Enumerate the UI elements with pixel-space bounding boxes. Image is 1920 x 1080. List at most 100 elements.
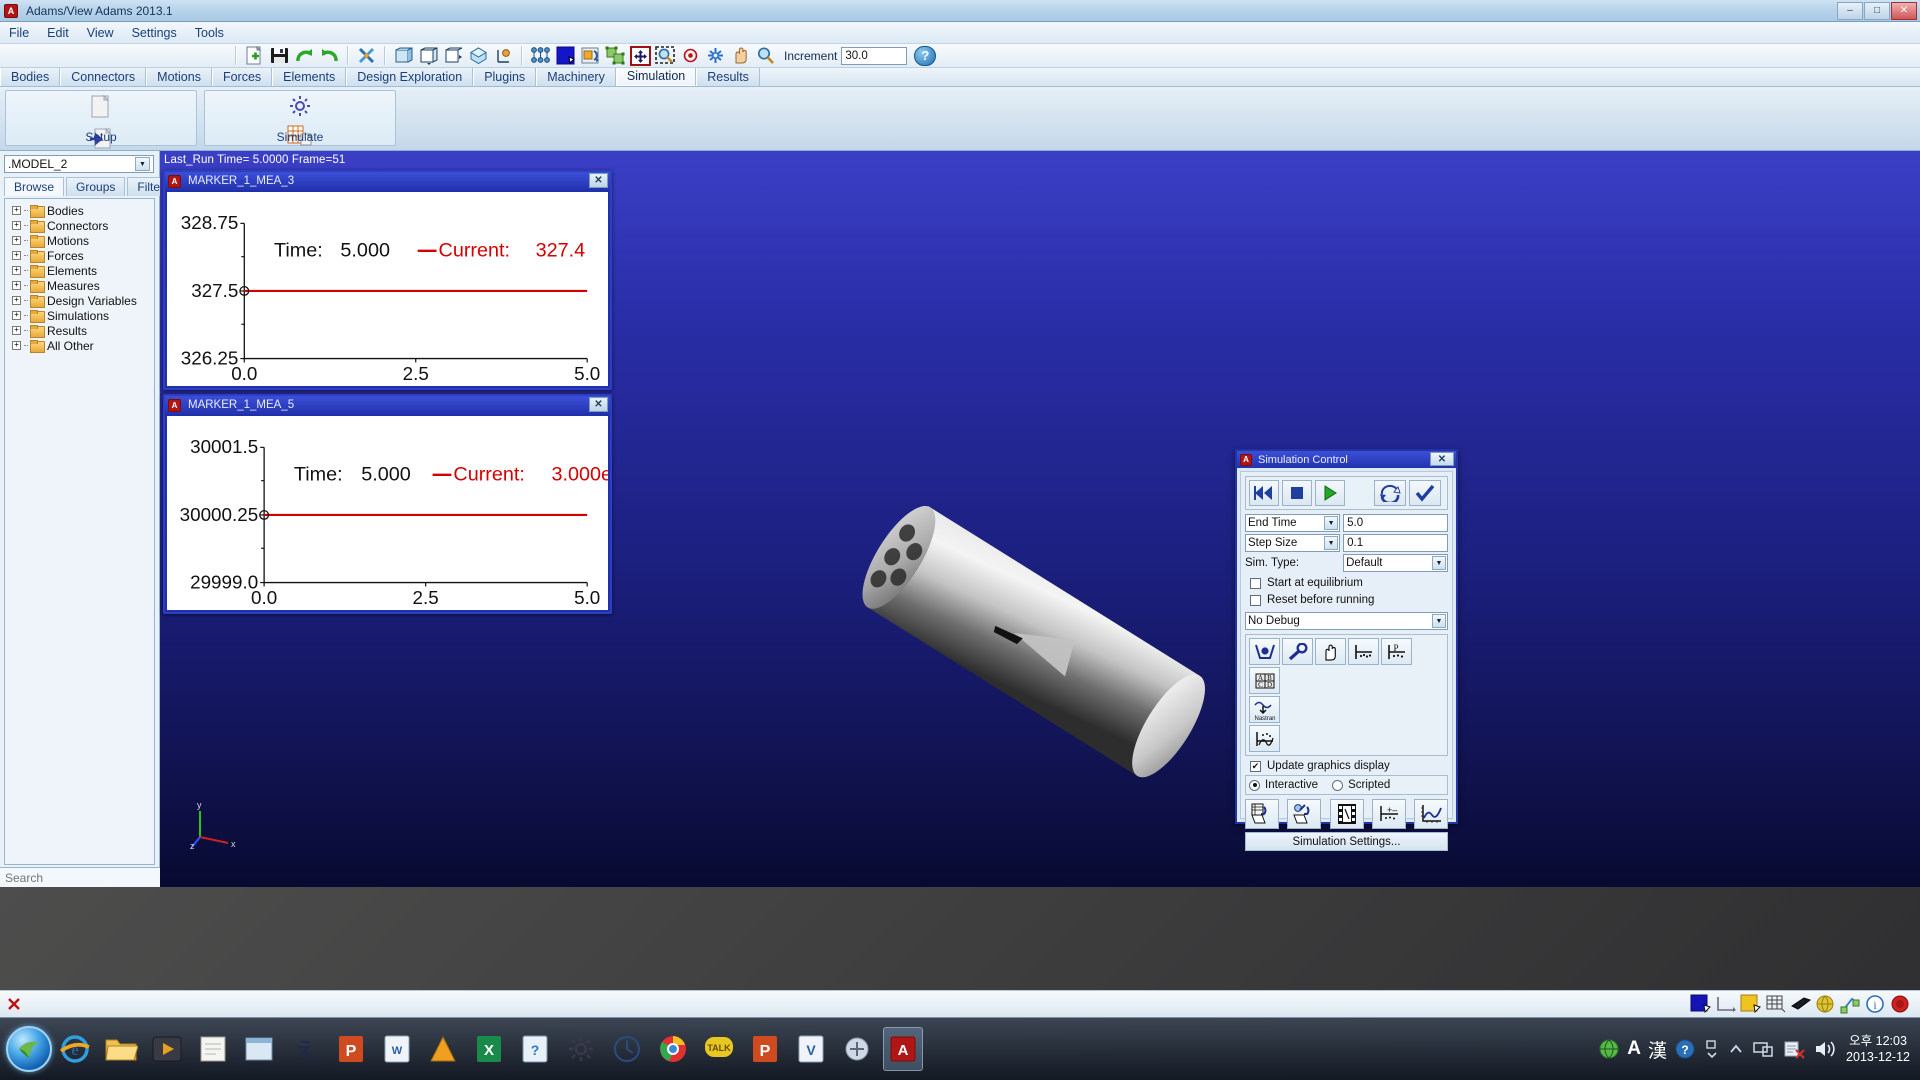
translate-icon[interactable]	[629, 45, 652, 66]
volume-icon[interactable]	[1813, 1038, 1839, 1060]
center-view-icon[interactable]	[679, 45, 702, 66]
end-time-input[interactable]: 5.0	[1343, 514, 1448, 532]
gear-icon[interactable]	[288, 94, 312, 123]
expand-icon[interactable]: +	[12, 341, 21, 350]
marker-icon[interactable]	[492, 45, 515, 66]
minimize-button[interactable]: –	[1837, 1, 1863, 20]
front-view-icon[interactable]	[392, 45, 415, 66]
search-input[interactable]	[0, 870, 160, 885]
equilibrium-icon[interactable]	[1249, 638, 1280, 665]
play-icon[interactable]	[1315, 480, 1345, 506]
zoom-box-icon[interactable]	[654, 45, 677, 66]
redo-icon[interactable]	[293, 45, 316, 66]
taskbar-clock[interactable]: 오후 12:03 2013-12-12	[1846, 1033, 1910, 1065]
tree-item-elements[interactable]: + Elements	[5, 263, 154, 278]
tree-item-all-other[interactable]: + All Other	[5, 338, 154, 353]
group-select-icon[interactable]	[604, 45, 627, 66]
eigen-plot-icon[interactable]	[1249, 725, 1280, 752]
plot-window-marker-1-mea-5[interactable]: A MARKER_1_MEA_5 ✕ 30001.5 30000.25 2999…	[163, 394, 612, 614]
right-view-icon[interactable]	[442, 45, 465, 66]
chevron-down-icon[interactable]: ▼	[1432, 556, 1446, 570]
info-icon[interactable]: i	[1865, 994, 1887, 1014]
apply-check-icon[interactable]	[1409, 480, 1441, 506]
expand-icon[interactable]: +	[12, 206, 21, 215]
iso-view-icon[interactable]	[417, 45, 440, 66]
chevron-down-icon[interactable]: ▼	[135, 157, 150, 171]
expand-icon[interactable]: +	[12, 281, 21, 290]
tree-item-bodies[interactable]: + Bodies	[5, 203, 154, 218]
talk-icon[interactable]: TALK	[699, 1027, 739, 1071]
measure-icon[interactable]	[1715, 994, 1737, 1014]
plot-icon[interactable]	[1414, 799, 1448, 829]
simulation-settings-button[interactable]: Simulation Settings...	[1245, 832, 1448, 851]
media-player-icon[interactable]	[147, 1027, 187, 1071]
tab-connectors[interactable]: Connectors	[60, 68, 147, 86]
step-size-input[interactable]: 0.1	[1343, 534, 1448, 552]
menu-tools[interactable]: Tools	[186, 24, 233, 42]
help-tray-icon[interactable]: ?	[1674, 1038, 1696, 1060]
point-cloud-icon[interactable]	[529, 45, 552, 66]
tree-item-measures[interactable]: + Measures	[5, 278, 154, 293]
chrome-icon[interactable]	[653, 1027, 693, 1071]
ime-han-indicator[interactable]: 漢	[1648, 1036, 1667, 1063]
adams-icon[interactable]	[423, 1027, 463, 1071]
red-x-icon[interactable]	[6, 996, 22, 1012]
grid-icon[interactable]	[1765, 994, 1787, 1014]
sim-control-titlebar[interactable]: A Simulation Control ✕	[1237, 451, 1456, 468]
plot-titlebar[interactable]: A MARKER_1_MEA_3 ✕	[165, 172, 610, 190]
load-analysis-icon[interactable]	[1287, 799, 1322, 829]
tab-motions[interactable]: Motions	[146, 68, 212, 86]
tree-item-forces[interactable]: + Forces	[5, 248, 154, 263]
internet-explorer-icon[interactable]: e	[55, 1027, 95, 1071]
hand-icon[interactable]	[1315, 638, 1346, 665]
abcd-icon[interactable]: ABCD	[1249, 667, 1280, 694]
plot-titlebar[interactable]: A MARKER_1_MEA_5 ✕	[165, 396, 610, 414]
render-shaded-icon[interactable]	[467, 45, 490, 66]
plot-close-button[interactable]: ✕	[589, 397, 608, 412]
menu-settings[interactable]: Settings	[123, 24, 186, 42]
static-plot-icon[interactable]	[1348, 638, 1379, 665]
expand-icon[interactable]: +	[12, 236, 21, 245]
tab-simulation[interactable]: Simulation	[615, 68, 697, 86]
expand-icon[interactable]: +	[12, 266, 21, 275]
update-graphics-row[interactable]: ✔ Update graphics display	[1245, 760, 1448, 772]
tab-forces[interactable]: Forces	[211, 68, 273, 86]
nastran-icon[interactable]: Nastran	[1249, 696, 1280, 723]
plane-icon[interactable]	[1790, 994, 1812, 1014]
tool-icon[interactable]	[837, 1027, 877, 1071]
notes-icon[interactable]	[193, 1027, 233, 1071]
yellow-square-icon[interactable]	[1740, 994, 1762, 1014]
maximize-button[interactable]: □	[1864, 1, 1890, 20]
expand-icon[interactable]: +	[12, 251, 21, 260]
action-center-icon[interactable]	[1782, 1038, 1806, 1060]
stop-record-icon[interactable]	[1890, 994, 1912, 1014]
tab-machinery[interactable]: Machinery	[536, 68, 616, 86]
menu-file[interactable]: File	[0, 24, 38, 42]
tools-icon[interactable]	[355, 45, 378, 66]
increment-input[interactable]: 30.0	[841, 46, 908, 65]
expand-icon[interactable]: +	[12, 296, 21, 305]
tree-item-design-variables[interactable]: + Design Variables	[5, 293, 154, 308]
chevron-down-icon[interactable]: ▼	[1432, 614, 1446, 628]
pan-icon[interactable]	[729, 45, 752, 66]
undo-icon[interactable]	[318, 45, 341, 66]
visio-icon[interactable]: V	[791, 1027, 831, 1071]
start-orb[interactable]	[6, 1026, 52, 1072]
word-icon[interactable]: W	[377, 1027, 417, 1071]
plot-canvas[interactable]: 30001.5 30000.25 29999.0 0.0 2.5 5.0 Tim…	[167, 416, 608, 610]
reset-before-running-checkbox[interactable]	[1250, 594, 1261, 606]
start-equilibrium-row[interactable]: Start at equilibrium	[1245, 577, 1448, 589]
tree-item-motions[interactable]: + Motions	[5, 233, 154, 248]
script-icon[interactable]: え	[285, 1027, 325, 1071]
tree-item-simulations[interactable]: + Simulations	[5, 308, 154, 323]
show-hidden-icons-icon[interactable]	[1703, 1038, 1721, 1060]
p-plot-icon[interactable]: P	[1381, 638, 1412, 665]
excel-icon[interactable]: X	[469, 1027, 509, 1071]
expand-icon[interactable]: +	[12, 326, 21, 335]
new-model-icon[interactable]	[243, 45, 266, 66]
adams-view-icon[interactable]: A	[883, 1027, 923, 1071]
model-selector[interactable]: .MODEL_2 ▼	[4, 155, 154, 173]
chevron-down-icon[interactable]: ▼	[1324, 536, 1339, 550]
tree-item-results[interactable]: + Results	[5, 323, 154, 338]
plot-canvas[interactable]: 328.75 327.5 326.25 0.0 2.5 5.0 Time: 5.…	[167, 192, 608, 386]
